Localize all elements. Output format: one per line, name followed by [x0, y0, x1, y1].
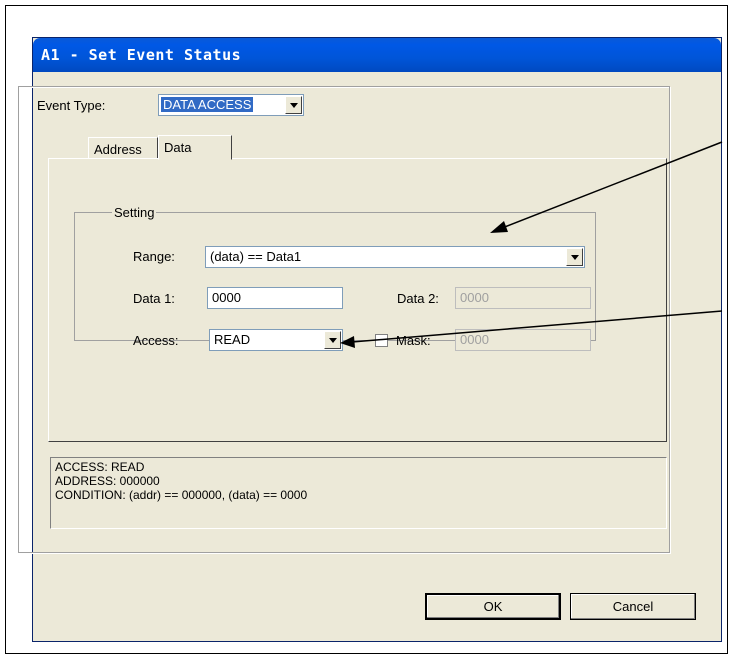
range-select[interactable]: (data) == Data1: [205, 246, 585, 268]
range-label: Range:: [133, 249, 175, 264]
chevron-down-icon[interactable]: [324, 331, 341, 349]
title-bar: A1 - Set Event Status: [33, 38, 721, 72]
tab-address-label: Address: [94, 142, 142, 157]
summary-address-line: ADDRESS: 000000: [55, 474, 160, 488]
setting-group: [74, 212, 596, 341]
access-label: Access:: [133, 333, 179, 348]
access-value: READ: [214, 332, 251, 347]
condition-summary-box: ACCESS: READ ADDRESS: 000000 CONDITION: …: [50, 457, 667, 529]
cancel-button[interactable]: Cancel: [570, 593, 696, 620]
mask-field: 0000: [455, 329, 591, 351]
data2-label: Data 2:: [397, 291, 439, 306]
data1-label: Data 1:: [133, 291, 175, 306]
data1-field[interactable]: 0000: [207, 287, 343, 309]
tab-data-label: Data: [164, 140, 192, 155]
mask-checkbox[interactable]: [375, 334, 388, 347]
tab-address[interactable]: Address: [88, 137, 158, 159]
setting-group-label: Setting: [112, 205, 157, 220]
ok-button[interactable]: OK: [425, 593, 561, 620]
chevron-down-icon[interactable]: [566, 248, 583, 266]
tab-data[interactable]: Data: [158, 135, 232, 160]
summary-access-line: ACCESS: READ: [55, 460, 145, 474]
mask-label: Mask:: [396, 333, 431, 348]
access-select[interactable]: READ: [209, 329, 343, 351]
summary-condition-line: CONDITION: (addr) == 000000, (data) == 0…: [55, 488, 308, 502]
data2-field: 0000: [455, 287, 591, 309]
range-value: (data) == Data1: [210, 249, 302, 264]
dialog-title: A1 - Set Event Status: [41, 46, 242, 64]
